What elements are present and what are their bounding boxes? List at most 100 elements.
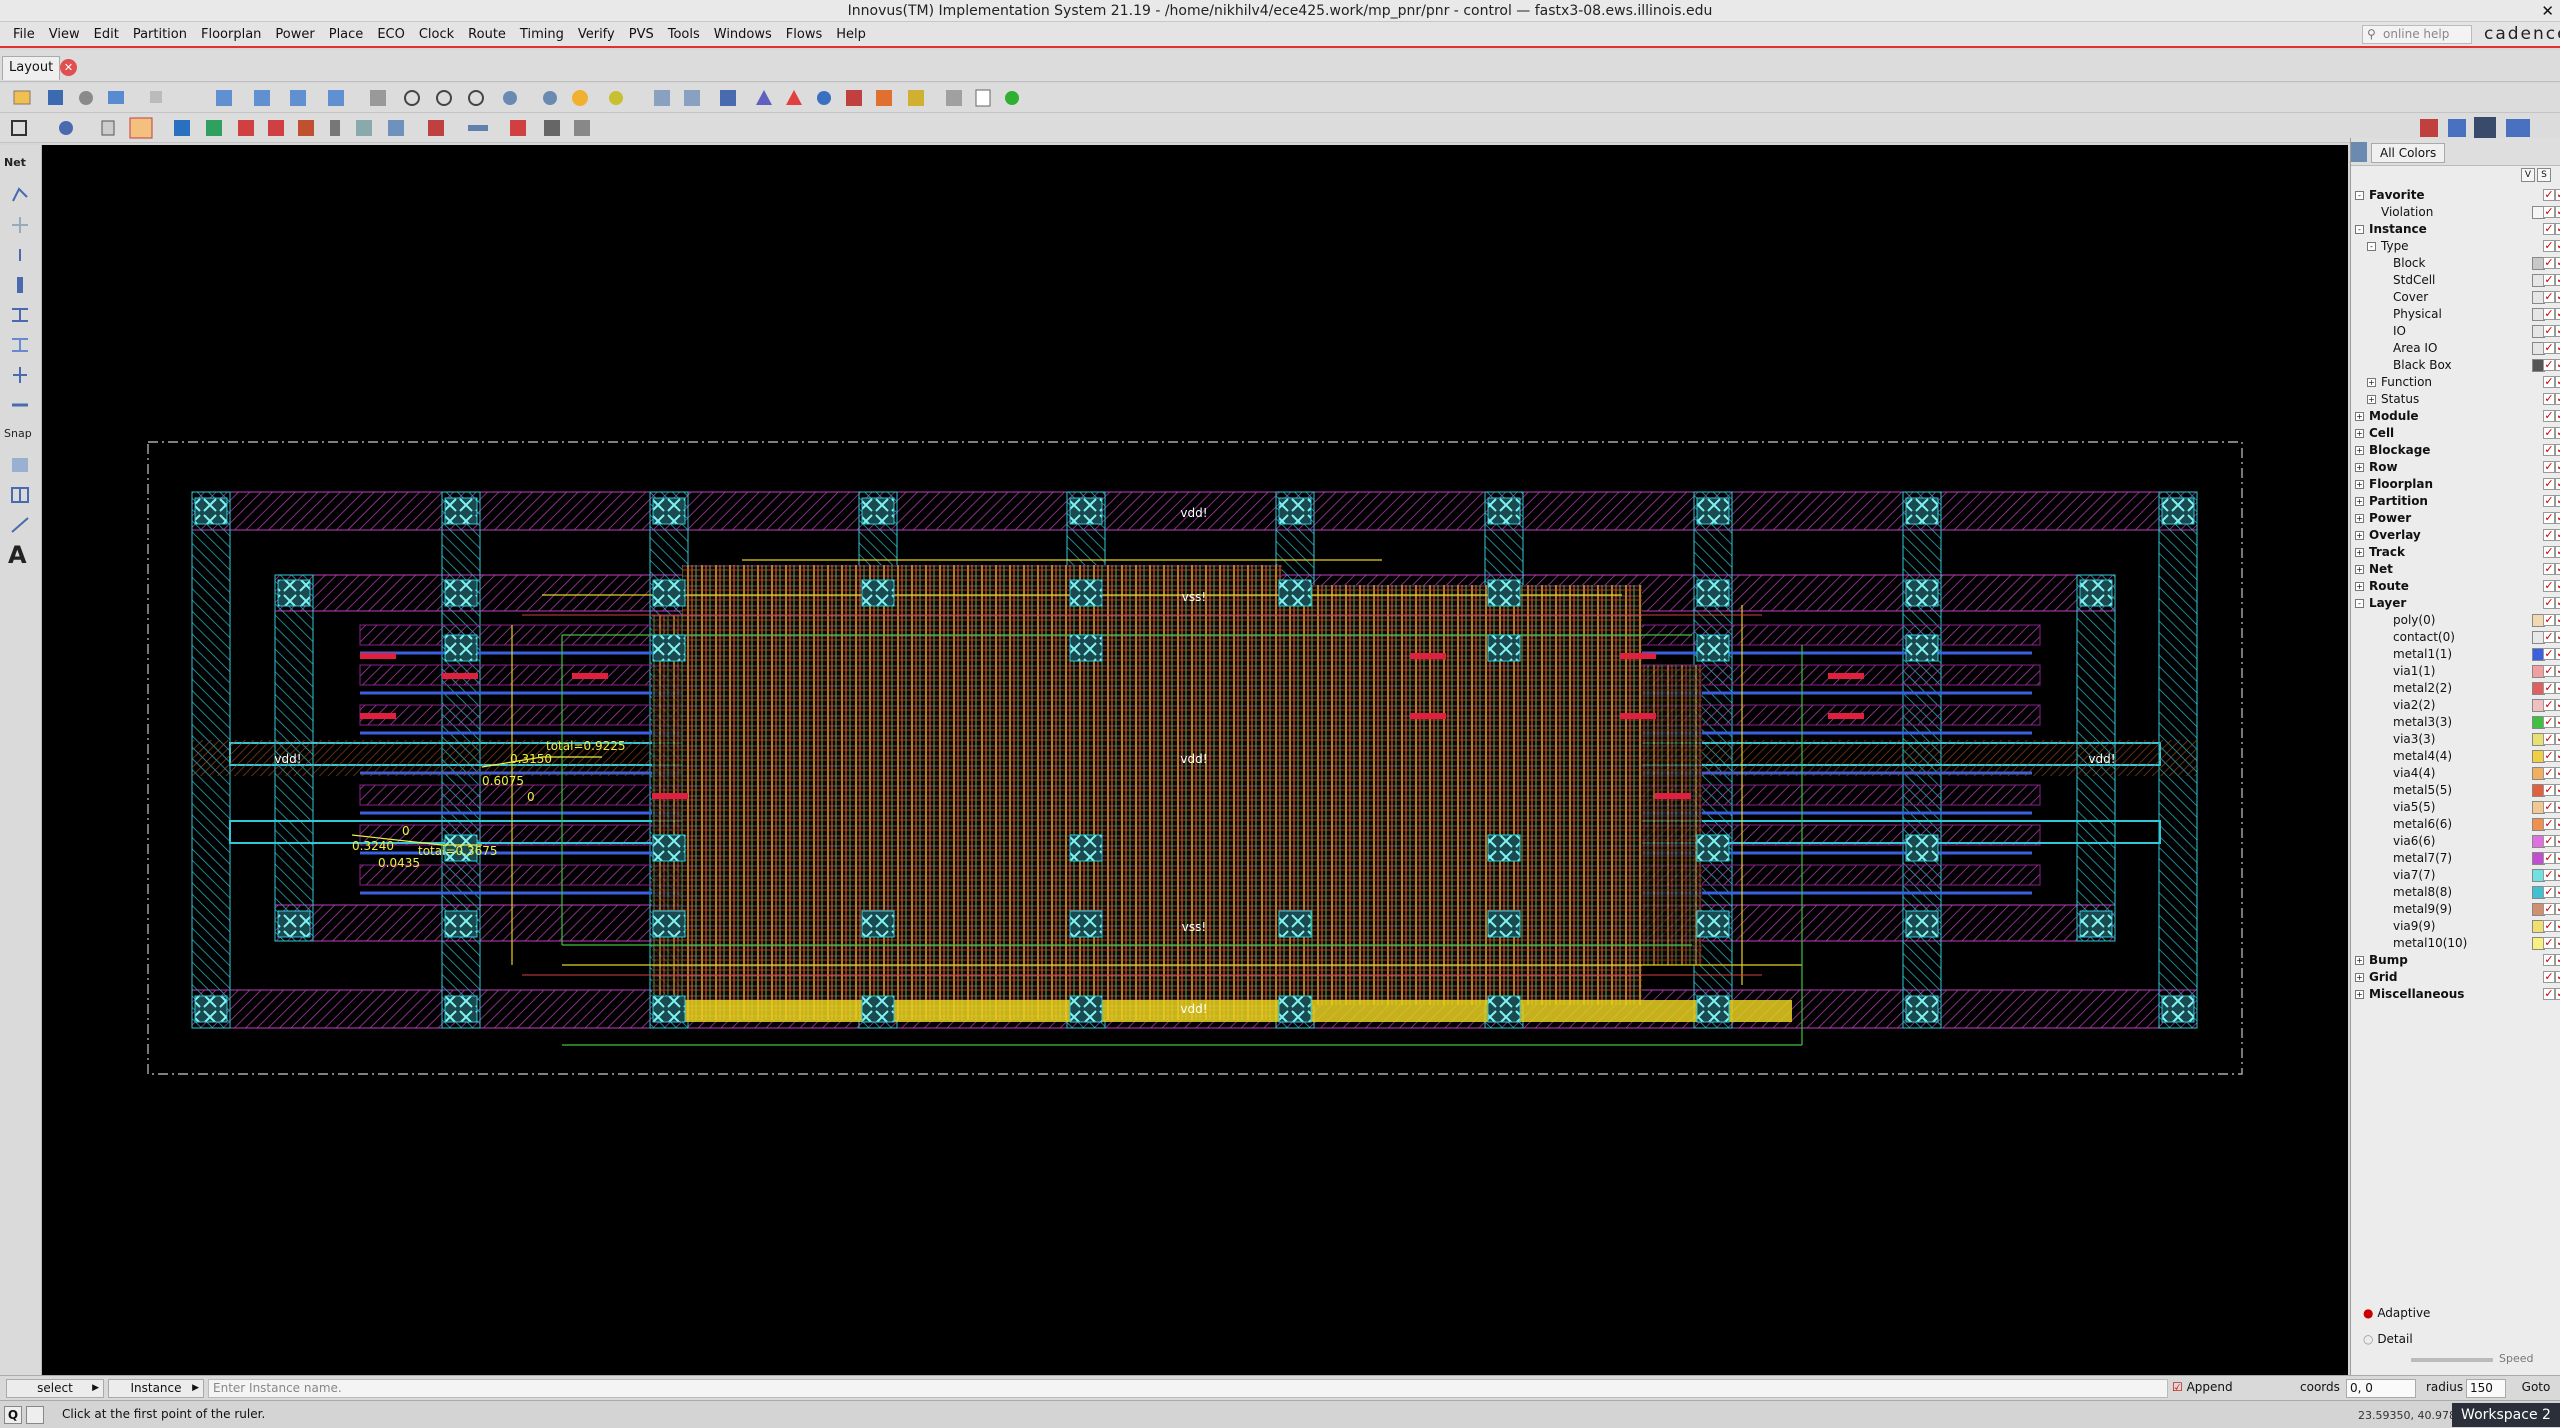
menu-timing[interactable]: Timing [513,27,571,42]
selectable-checkbox[interactable]: ✓ [2555,886,2560,898]
visible-checkbox[interactable]: ✓ [2543,835,2555,847]
layer-row-metal1-1-[interactable]: metal1(1) ✓✓ [2355,646,2560,663]
visible-checkbox[interactable]: ✓ [2543,767,2555,779]
tab-layout[interactable]: Layout [2,56,61,80]
menu-view[interactable]: View [42,27,87,42]
selectable-checkbox[interactable]: ✓ [2555,376,2560,388]
split-wire-icon[interactable] [9,365,31,385]
menu-pvs[interactable]: PVS [622,27,661,42]
visible-checkbox[interactable]: ✓ [2543,903,2555,915]
visible-checkbox[interactable]: ✓ [2543,461,2555,473]
selectable-checkbox[interactable]: ✓ [2555,801,2560,813]
expand-icon[interactable]: + [2355,990,2364,999]
horizontal-spacing-icon[interactable] [9,305,31,325]
selectable-checkbox[interactable]: ✓ [2555,835,2560,847]
collapse-icon[interactable]: - [2355,191,2364,200]
selectable-checkbox[interactable]: ✓ [2555,427,2560,439]
visible-checkbox[interactable]: ✓ [2543,733,2555,745]
merge-wire-icon[interactable] [9,395,31,415]
expand-icon[interactable]: + [2355,497,2364,506]
expand-icon[interactable]: + [2355,565,2364,574]
layer-row-via1-1-[interactable]: via1(1) ✓✓ [2355,663,2560,680]
visible-checkbox[interactable]: ✓ [2543,359,2555,371]
layer-row-route[interactable]: + Route ✓✓ [2355,578,2560,595]
visible-checkbox[interactable]: ✓ [2543,563,2555,575]
visible-checkbox[interactable]: ✓ [2543,665,2555,677]
selectable-checkbox[interactable]: ✓ [2555,954,2560,966]
selectable-column-button[interactable]: S [2537,168,2551,182]
radius-input[interactable]: 150 [2466,1379,2506,1398]
layer-row-via2-2-[interactable]: via2(2) ✓✓ [2355,697,2560,714]
visible-checkbox[interactable]: ✓ [2543,240,2555,252]
layer-row-bump[interactable]: + Bump ✓✓ [2355,952,2560,969]
menu-help[interactable]: Help [829,27,873,42]
collapse-icon[interactable]: - [2367,242,2376,251]
layer-row-metal6-6-[interactable]: metal6(6) ✓✓ [2355,816,2560,833]
visible-checkbox[interactable]: ✓ [2543,954,2555,966]
selectable-checkbox[interactable]: ✓ [2555,206,2560,218]
layer-row-row[interactable]: + Row ✓✓ [2355,459,2560,476]
selectable-checkbox[interactable]: ✓ [2555,444,2560,456]
layer-row-overlay[interactable]: + Overlay ✓✓ [2355,527,2560,544]
visible-checkbox[interactable]: ✓ [2543,937,2555,949]
selectable-checkbox[interactable]: ✓ [2555,580,2560,592]
layer-row-track[interactable]: + Track ✓✓ [2355,544,2560,561]
layer-row-metal4-4-[interactable]: metal4(4) ✓✓ [2355,748,2560,765]
visible-checkbox[interactable]: ✓ [2543,478,2555,490]
selectable-checkbox[interactable]: ✓ [2555,274,2560,286]
main-toolbar-icons[interactable] [4,83,1044,113]
layer-row-blockage[interactable]: + Blockage ✓✓ [2355,442,2560,459]
menu-floorplan[interactable]: Floorplan [194,27,268,42]
menu-eco[interactable]: ECO [370,27,412,42]
visible-checkbox[interactable]: ✓ [2543,750,2555,762]
layer-row-net[interactable]: + Net ✓✓ [2355,561,2560,578]
mode-select[interactable]: select ▶ [6,1379,104,1398]
layer-row-cell[interactable]: + Cell ✓✓ [2355,425,2560,442]
selectable-checkbox[interactable]: ✓ [2555,291,2560,303]
visible-checkbox[interactable]: ✓ [2543,223,2555,235]
visible-checkbox[interactable]: ✓ [2543,631,2555,643]
selectable-checkbox[interactable]: ✓ [2555,784,2560,796]
menu-windows[interactable]: Windows [707,27,779,42]
selectable-checkbox[interactable]: ✓ [2555,563,2560,575]
selectable-checkbox[interactable]: ✓ [2555,410,2560,422]
coords-input[interactable]: 0, 0 [2346,1379,2416,1398]
selectable-checkbox[interactable]: ✓ [2555,529,2560,541]
selectable-checkbox[interactable]: ✓ [2555,308,2560,320]
pin-icon[interactable] [9,245,31,265]
selectable-checkbox[interactable]: ✓ [2555,750,2560,762]
expand-icon[interactable]: + [2367,395,2376,404]
visible-checkbox[interactable]: ✓ [2543,325,2555,337]
stretch-wire-icon[interactable] [9,335,31,355]
visible-checkbox[interactable]: ✓ [2543,784,2555,796]
selectable-checkbox[interactable]: ✓ [2555,461,2560,473]
collapse-icon[interactable]: - [2355,225,2364,234]
layer-row-metal5-5-[interactable]: metal5(5) ✓✓ [2355,782,2560,799]
expand-icon[interactable]: + [2355,480,2364,489]
text-tool-icon[interactable]: A [8,541,27,569]
selectable-checkbox[interactable]: ✓ [2555,716,2560,728]
visible-checkbox[interactable]: ✓ [2543,682,2555,694]
layer-row-instance[interactable]: -Instance ✓✓ [2355,221,2560,238]
wire-edit-icon[interactable] [9,185,31,205]
visible-checkbox[interactable]: ✓ [2543,342,2555,354]
visible-checkbox[interactable]: ✓ [2543,308,2555,320]
layer-row-type[interactable]: -Type ✓✓ [2355,238,2560,255]
menu-verify[interactable]: Verify [571,27,622,42]
snap-grid-icon[interactable] [9,455,31,475]
visible-checkbox[interactable]: ✓ [2543,427,2555,439]
visible-checkbox[interactable]: ✓ [2543,648,2555,660]
selectable-checkbox[interactable]: ✓ [2555,937,2560,949]
layer-row-favorite[interactable]: -Favorite ✓✓ [2355,187,2560,204]
selectable-checkbox[interactable]: ✓ [2555,257,2560,269]
selectable-checkbox[interactable]: ✓ [2555,818,2560,830]
visible-checkbox[interactable]: ✓ [2543,291,2555,303]
layer-row-module[interactable]: + Module ✓✓ [2355,408,2560,425]
expand-icon[interactable]: + [2355,429,2364,438]
menu-file[interactable]: File [6,27,42,42]
expand-icon[interactable]: + [2355,956,2364,965]
selectable-checkbox[interactable]: ✓ [2555,512,2560,524]
menu-edit[interactable]: Edit [87,27,126,42]
layout-canvas[interactable]: vdd! vss! vdd! vss! vdd! vdd! vdd! total… [42,145,2348,1375]
object-type-select[interactable]: Instance ▶ [108,1379,204,1398]
